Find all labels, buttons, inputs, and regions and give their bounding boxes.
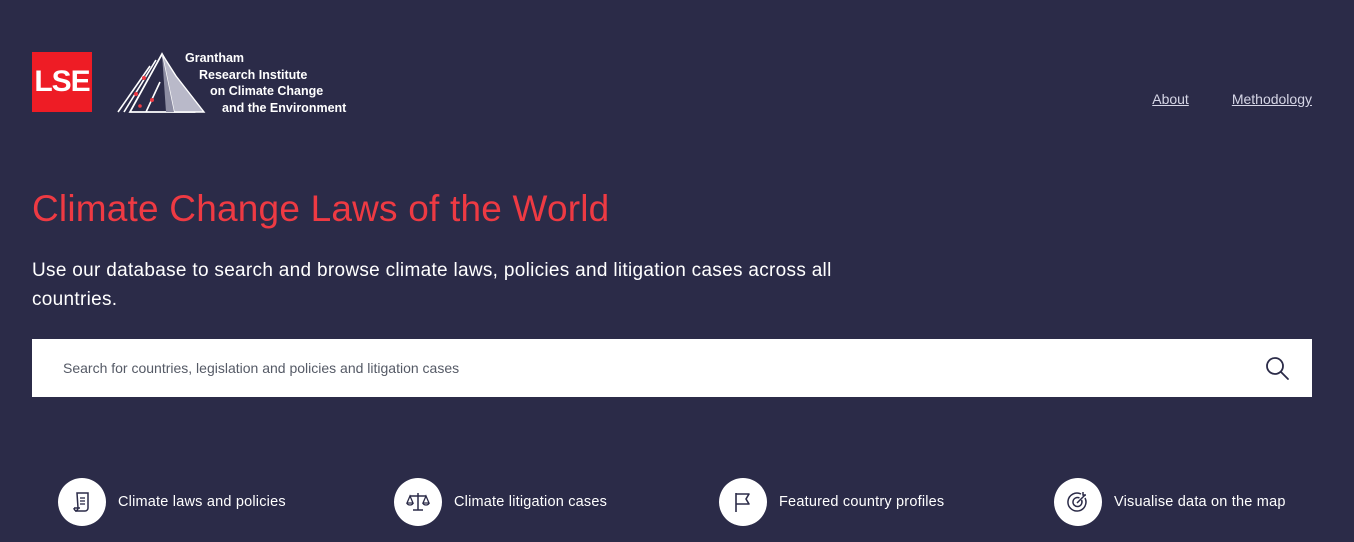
top-nav: About Methodology <box>1152 91 1312 107</box>
quick-link-countries[interactable]: Featured country profiles <box>719 478 944 526</box>
search-bar <box>32 339 1312 397</box>
quick-link-label: Visualise data on the map <box>1114 494 1286 510</box>
flag-icon <box>719 478 767 526</box>
lse-logo[interactable]: LSE <box>32 52 92 112</box>
grantham-line: Grantham <box>185 51 245 65</box>
quick-link-label: Climate litigation cases <box>454 494 608 510</box>
target-icon <box>1054 478 1102 526</box>
lse-logo-text: LSE <box>34 65 90 98</box>
quick-links: Climate laws and policies Climate litiga… <box>0 478 1354 528</box>
grantham-line: on Climate Change <box>210 84 324 99</box>
quick-link-laws[interactable]: Climate laws and policies <box>58 478 286 526</box>
grantham-logo[interactable]: Grantham Research Institute on Climate C… <box>116 50 356 116</box>
quick-link-litigation[interactable]: Climate litigation cases <box>394 478 607 526</box>
search-input[interactable] <box>32 339 1232 397</box>
scales-icon <box>394 478 442 526</box>
quick-link-label: Climate laws and policies <box>118 494 286 510</box>
nav-link-about[interactable]: About <box>1152 91 1189 107</box>
quick-link-map[interactable]: Visualise data on the map <box>1054 478 1286 526</box>
search-icon[interactable] <box>1264 355 1290 381</box>
document-icon <box>58 478 106 526</box>
page-title: Climate Change Laws of the World <box>32 188 610 229</box>
intro-text: Use our database to search and browse cl… <box>32 260 832 310</box>
grantham-line: Research Institute <box>199 67 308 82</box>
grantham-wordmark: Grantham Research Institute on Climate C… <box>182 50 346 117</box>
quick-link-label: Featured country profiles <box>779 494 945 510</box>
nav-link-methodology[interactable]: Methodology <box>1232 91 1312 107</box>
grantham-line: and the Environment <box>222 101 347 116</box>
